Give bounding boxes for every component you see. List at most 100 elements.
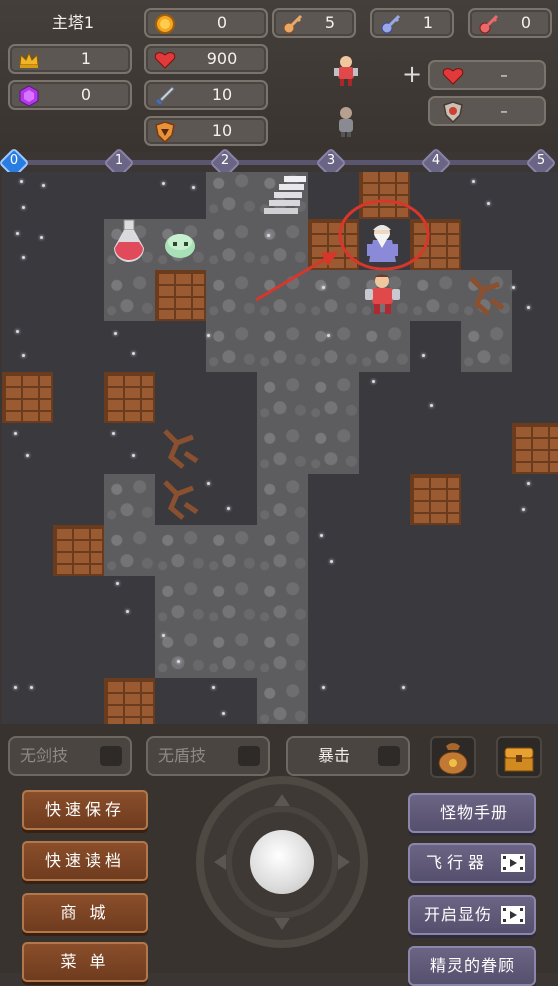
sparkle-star xyxy=(26,454,29,457)
sparkle-star xyxy=(487,202,490,205)
quick-load-button[interactable]: 快速读档 xyxy=(22,841,148,881)
crit-skill-slot[interactable]: 暴击 xyxy=(286,736,410,776)
show-damage-button[interactable]: 开启显伤 xyxy=(408,895,536,935)
monster-book-button[interactable]: 怪物手册 xyxy=(408,793,536,833)
sparkle-star xyxy=(30,686,33,689)
sparkle-star xyxy=(512,286,515,289)
sparkle-star xyxy=(116,582,119,585)
game-map[interactable] xyxy=(2,172,558,724)
red-key-icon xyxy=(479,14,499,34)
cracked-rock-tile xyxy=(163,429,199,469)
sword-icon xyxy=(156,86,175,105)
level-stat: 1 xyxy=(8,44,132,74)
shop-label: 商 城 xyxy=(60,903,110,922)
loot-bag-button[interactable] xyxy=(430,736,476,778)
sparkle-star xyxy=(16,232,19,235)
hp-stat: 900 xyxy=(144,44,268,74)
sparkle-star xyxy=(212,686,215,689)
level-value: 1 xyxy=(80,49,92,68)
sparkle-star xyxy=(162,182,165,185)
menu-button[interactable]: 菜 单 xyxy=(22,942,148,982)
gem-icon xyxy=(19,85,39,107)
companion-avatar xyxy=(339,107,353,137)
hp-buff: – xyxy=(428,60,546,90)
sword-skill-slot[interactable]: 无剑技 xyxy=(8,736,132,776)
hero-avatar xyxy=(334,56,358,86)
sparkle-star xyxy=(20,180,23,183)
shield-icon xyxy=(155,121,175,143)
sparkle-star xyxy=(327,334,330,337)
sparkle-star xyxy=(527,306,530,309)
sparkle-star xyxy=(472,180,475,183)
floor-label-5: 5 xyxy=(536,153,546,168)
defense-buff: – xyxy=(428,96,546,126)
fairy-favor-label: 精灵的眷顾 xyxy=(430,956,516,975)
status-hud: 主塔1 1 0 0 900 10 10 5 1 0 + – – xyxy=(0,0,558,152)
loot-bag-icon xyxy=(438,743,468,775)
sparkle-star xyxy=(14,432,17,435)
treasure-chest-button[interactable] xyxy=(496,736,542,778)
floor-name: 主塔1 xyxy=(51,13,95,32)
sparkle-star xyxy=(162,634,165,637)
sparkle-star xyxy=(522,508,525,511)
attack-value: 10 xyxy=(211,85,233,104)
sparkle-star xyxy=(227,507,230,510)
sparkle-star xyxy=(222,712,225,715)
crit-skill-label: 暴击 xyxy=(318,746,351,765)
attack-stat: 10 xyxy=(144,80,268,110)
sparkle-star xyxy=(402,686,405,689)
treasure-chest-icon xyxy=(504,747,534,772)
sparkle-star xyxy=(322,286,325,289)
sparkle-star xyxy=(330,560,333,563)
gold-value: 0 xyxy=(216,13,228,32)
monster-book-label: 怪物手册 xyxy=(440,803,509,822)
floor-label-1: 1 xyxy=(114,153,124,168)
blue-key-icon xyxy=(381,14,401,34)
sparkle-star xyxy=(126,610,129,613)
menu-label: 菜 单 xyxy=(60,952,110,971)
gem-stat: 0 xyxy=(8,80,132,110)
floor-progress-bar: 0 1 2 3 4 5 xyxy=(0,147,558,179)
cracked-rock-tile xyxy=(163,480,199,520)
blue-key-stat: 1 xyxy=(370,8,454,38)
sparkle-star xyxy=(322,686,325,689)
floor-track xyxy=(12,160,546,165)
sparkle-star xyxy=(114,332,117,335)
sparkle-star xyxy=(22,256,25,259)
yellow-key-value: 5 xyxy=(324,13,336,32)
heart-icon xyxy=(442,68,464,85)
defense-stat: 10 xyxy=(144,116,268,146)
shield-skill-slot[interactable]: 无盾技 xyxy=(146,736,270,776)
shop-button[interactable]: 商 城 xyxy=(22,893,148,933)
virtual-joystick[interactable] xyxy=(196,776,368,948)
skill-slot-box xyxy=(238,746,260,766)
sparkle-star xyxy=(40,236,43,239)
yellow-key-icon xyxy=(283,14,303,34)
sparkle-star xyxy=(527,482,530,485)
shield-icon xyxy=(443,101,463,123)
crown-icon xyxy=(19,51,39,68)
joystick-knob[interactable] xyxy=(250,830,314,894)
fairy-favor-button[interactable]: 精灵的眷顾 xyxy=(408,946,536,986)
skill-slot-box xyxy=(100,746,122,766)
film-icon xyxy=(501,906,525,924)
sparkle-star xyxy=(16,330,19,333)
sparkle-star xyxy=(42,184,45,187)
floor-label-2: 2 xyxy=(220,153,230,168)
sparkle-star xyxy=(372,380,375,383)
sparkle-star xyxy=(14,686,17,689)
quick-save-label: 快速保存 xyxy=(44,800,125,819)
floor-label-4: 4 xyxy=(431,153,441,168)
sparkle-star xyxy=(132,454,135,457)
sparkle-star xyxy=(422,354,425,357)
defense-buff-value: – xyxy=(500,102,508,120)
fly-button[interactable]: 飞行器 xyxy=(408,843,536,883)
sword-skill-label: 无剑技 xyxy=(20,746,69,765)
hp-buff-value: – xyxy=(500,66,508,84)
quick-save-button[interactable]: 快速保存 xyxy=(22,790,148,830)
gem-value: 0 xyxy=(80,85,92,104)
sparkle-star xyxy=(207,334,210,337)
blue-key-value: 1 xyxy=(422,13,434,32)
heart-icon xyxy=(154,52,176,69)
fly-label: 飞行器 xyxy=(426,853,490,872)
